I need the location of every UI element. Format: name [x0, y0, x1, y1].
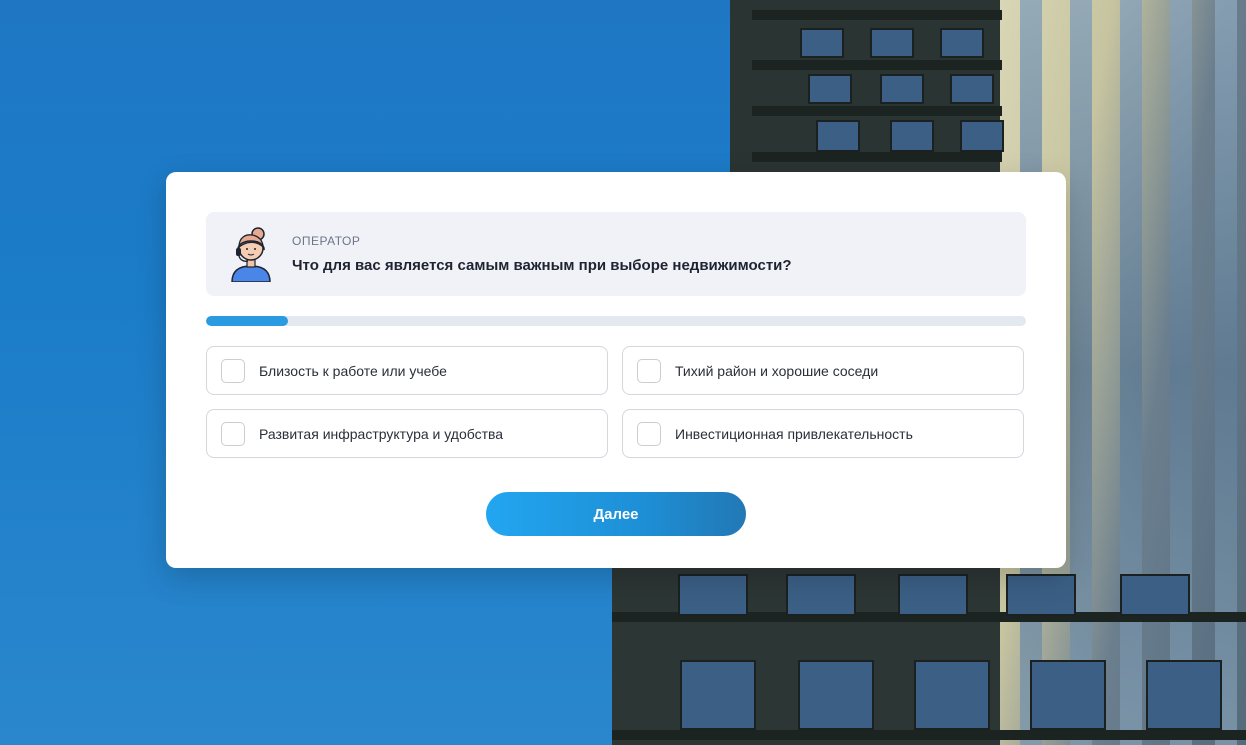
option-card[interactable]: Развитая инфраструктура и удобства [206, 409, 608, 458]
operator-label: ОПЕРАТОР [292, 234, 361, 248]
option-checkbox[interactable] [637, 422, 661, 446]
option-checkbox[interactable] [221, 422, 245, 446]
option-card[interactable]: Инвестиционная привлекательность [622, 409, 1024, 458]
option-label: Инвестиционная привлекательность [675, 426, 913, 442]
option-label: Тихий район и хорошие соседи [675, 363, 879, 379]
operator-message: ОПЕРАТОР Что для вас является самым важн… [206, 212, 1026, 296]
next-button[interactable]: Далее [486, 492, 746, 536]
progress-fill [206, 316, 288, 326]
operator-avatar-icon [231, 227, 271, 282]
progress-bar [206, 316, 1026, 326]
question-text: Что для вас является самым важным при вы… [292, 257, 792, 274]
option-checkbox[interactable] [637, 359, 661, 383]
option-card[interactable]: Близость к работе или учебе [206, 346, 608, 395]
quiz-card: ОПЕРАТОР Что для вас является самым важн… [166, 172, 1066, 568]
option-label: Близость к работе или учебе [259, 363, 447, 379]
option-card[interactable]: Тихий район и хорошие соседи [622, 346, 1024, 395]
option-label: Развитая инфраструктура и удобства [259, 426, 504, 442]
option-checkbox[interactable] [221, 359, 245, 383]
